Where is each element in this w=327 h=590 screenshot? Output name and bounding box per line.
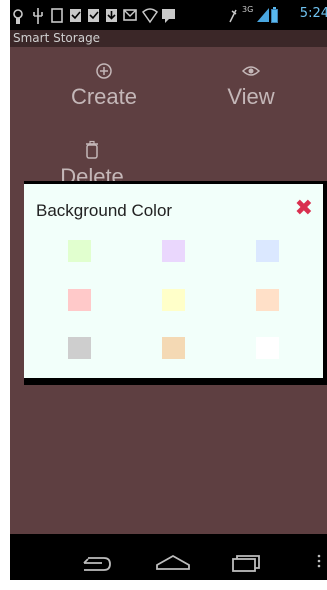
dialog-title: Background Color	[36, 201, 173, 220]
swatch-tan[interactable]	[162, 337, 185, 359]
network-type-label: 3G	[242, 5, 254, 14]
status-bar: 3G 5:24	[10, 0, 327, 30]
swatch-pink[interactable]	[68, 289, 91, 311]
download-done-icon-2	[88, 9, 99, 22]
swatch-gray[interactable]	[68, 337, 91, 359]
home-button[interactable]	[145, 534, 200, 580]
sd-card-icon	[51, 8, 63, 23]
download-icon	[106, 9, 117, 22]
download-done-icon	[70, 9, 81, 22]
swatch-light-yellow[interactable]	[162, 289, 185, 311]
overflow-menu-button[interactable]	[308, 534, 327, 580]
delete-label: Delete	[60, 164, 124, 181]
plus-circle-icon	[96, 63, 112, 79]
eye-icon	[241, 66, 261, 76]
close-icon[interactable]: ✖	[295, 196, 313, 221]
app-title-bar: Smart Storage	[10, 30, 327, 47]
swatch-lavender[interactable]	[162, 240, 185, 262]
recent-apps-button[interactable]	[220, 534, 275, 580]
navigation-bar	[10, 534, 327, 580]
background-color-dialog: Background Color ✖	[24, 181, 327, 385]
swatch-light-blue[interactable]	[256, 240, 279, 262]
dialog-body: Background Color ✖	[24, 184, 323, 378]
wifi-icon	[141, 8, 159, 24]
view-label: View	[227, 84, 275, 109]
swatch-light-green[interactable]	[68, 240, 91, 262]
usb-debug-icon	[13, 9, 23, 24]
trash-icon	[86, 140, 98, 159]
phone-screen: 3G 5:24 Smart Storage Create View Delete…	[10, 0, 327, 580]
swatch-peach[interactable]	[256, 289, 279, 311]
usb-icon	[33, 8, 43, 24]
clock: 5:24	[299, 6, 327, 21]
swatch-white[interactable]	[256, 337, 279, 359]
create-button[interactable]: Create	[59, 62, 149, 110]
app-title: Smart Storage	[13, 31, 101, 45]
back-button[interactable]	[70, 534, 125, 580]
create-label: Create	[70, 84, 138, 109]
status-icons	[13, 7, 278, 24]
view-button[interactable]: View	[206, 62, 296, 110]
gmail-icon	[123, 9, 137, 21]
chat-icon	[162, 9, 175, 23]
delete-button[interactable]: Delete	[47, 140, 137, 181]
battery-icon	[271, 7, 278, 23]
